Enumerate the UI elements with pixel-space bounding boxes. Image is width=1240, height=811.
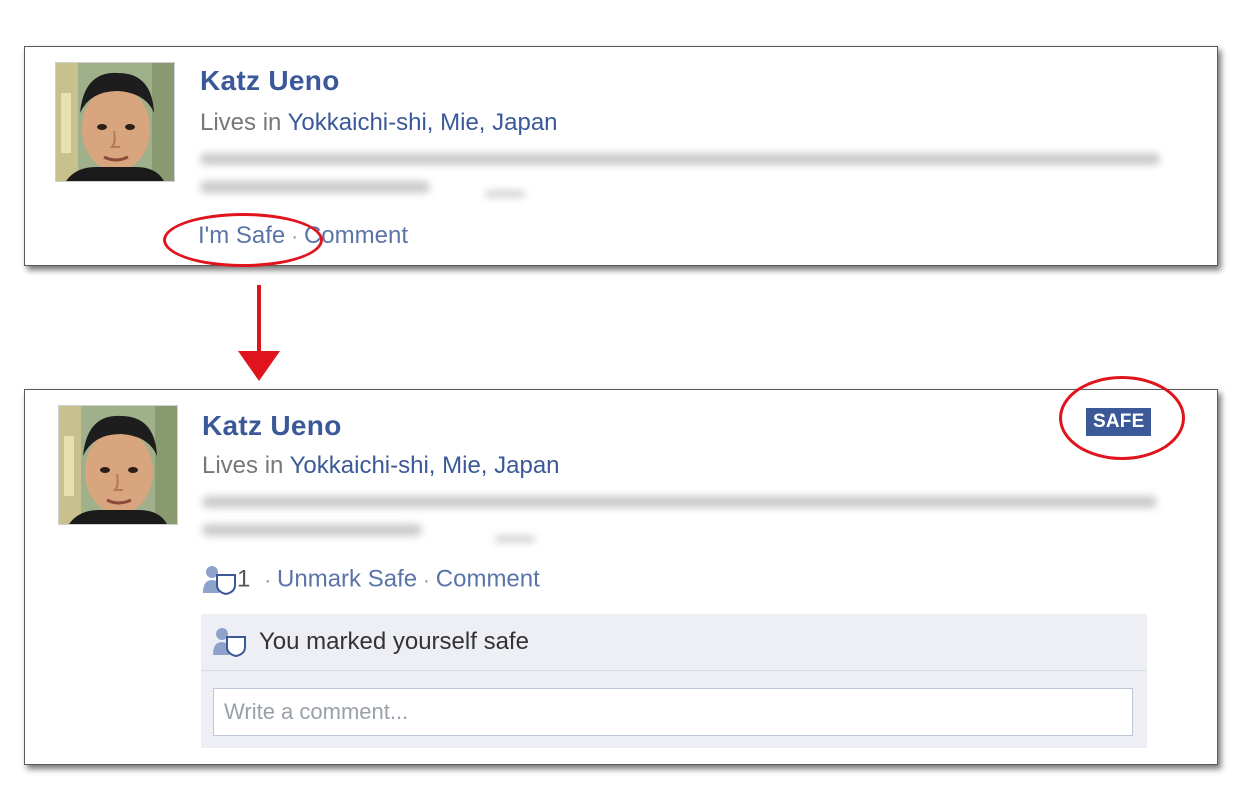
profile-photo bbox=[59, 406, 177, 524]
marked-safe-row: You marked yourself safe bbox=[201, 614, 1147, 671]
person-shield-icon[interactable] bbox=[203, 565, 237, 600]
avatar[interactable] bbox=[58, 405, 178, 525]
comment-link[interactable]: Comment bbox=[436, 566, 540, 593]
lives-in-line: Lives in Yokkaichi-shi, Mie, Japan bbox=[202, 452, 560, 480]
story-actions: 1 · Unmark Safe · Comment bbox=[203, 565, 540, 600]
safe-count[interactable]: 1 bbox=[237, 566, 250, 593]
marked-safe-text: You marked yourself safe bbox=[259, 628, 529, 655]
comment-section: You marked yourself safe bbox=[201, 614, 1147, 748]
highlight-circle bbox=[1059, 376, 1185, 460]
story-card-after: Katz Ueno Lives in Yokkaichi-shi, Mie, J… bbox=[24, 376, 1218, 765]
profile-photo bbox=[56, 63, 174, 181]
highlight-circle bbox=[163, 213, 323, 267]
story-card-before: Katz Ueno Lives in Yokkaichi-shi, Mie, J… bbox=[24, 46, 1218, 267]
unmark-safe-link[interactable]: Unmark Safe bbox=[277, 566, 417, 593]
comment-input[interactable] bbox=[213, 688, 1133, 736]
separator: · bbox=[264, 569, 272, 592]
down-arrow-icon bbox=[238, 285, 280, 381]
location-link[interactable]: Yokkaichi-shi, Mie, Japan bbox=[290, 452, 560, 479]
lives-in-line: Lives in Yokkaichi-shi, Mie, Japan bbox=[200, 109, 558, 137]
separator: · bbox=[423, 569, 430, 592]
profile-name-link[interactable]: Katz Ueno bbox=[202, 410, 342, 442]
location-link[interactable]: Yokkaichi-shi, Mie, Japan bbox=[288, 109, 558, 136]
profile-name-link[interactable]: Katz Ueno bbox=[200, 65, 340, 97]
lives-in-label: Lives in bbox=[200, 109, 288, 136]
person-shield-icon bbox=[213, 627, 247, 662]
lives-in-label: Lives in bbox=[202, 452, 290, 479]
avatar[interactable] bbox=[55, 62, 175, 182]
